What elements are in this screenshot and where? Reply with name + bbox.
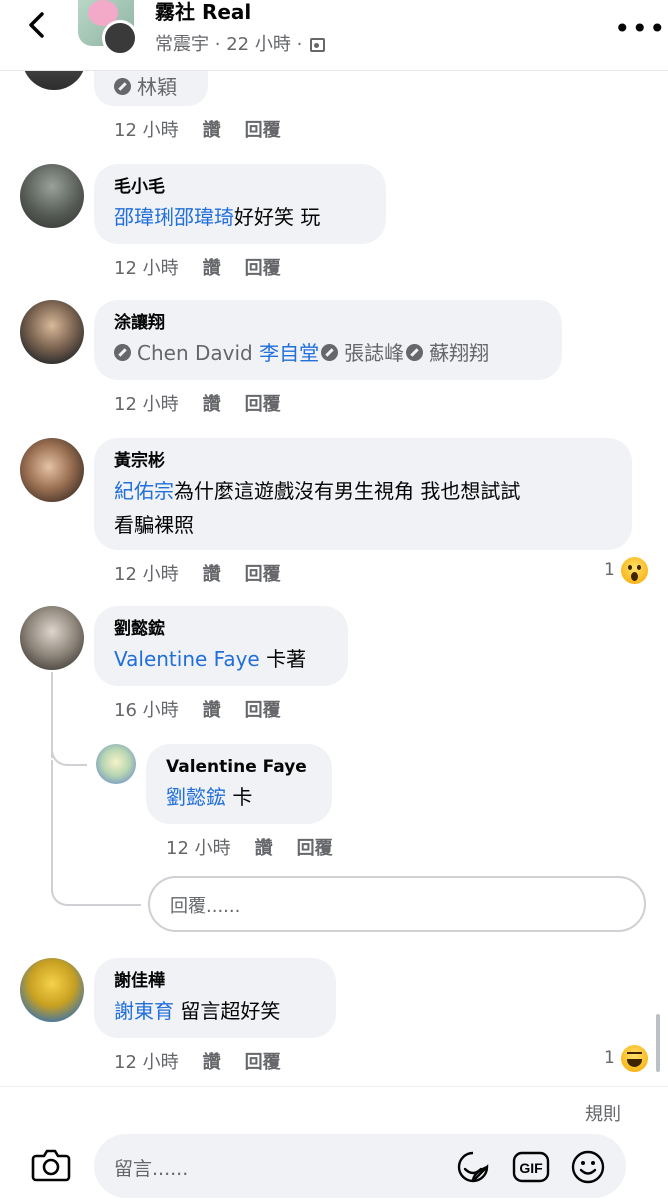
comment-tag[interactable]: 蘇翔翔 bbox=[429, 341, 489, 365]
comment-time[interactable]: 12 小時 bbox=[114, 258, 179, 279]
scrollbar[interactable] bbox=[656, 1014, 660, 1072]
comment-time[interactable]: 12 小時 bbox=[114, 1052, 179, 1073]
reply-bubble: Valentine Faye 劉懿鋐 卡 bbox=[146, 744, 332, 824]
gif-icon[interactable]: GIF bbox=[512, 1150, 550, 1184]
untagged-icon bbox=[114, 78, 131, 95]
comment-bubble: 毛小毛 邵瑋琍邵瑋琦好好笑 玩 bbox=[94, 164, 386, 244]
divider bbox=[0, 1086, 668, 1087]
thread-connector bbox=[51, 760, 141, 906]
reaction-count: 1 bbox=[604, 560, 615, 580]
comment-avatar[interactable] bbox=[20, 438, 84, 502]
reply-button[interactable]: 回覆 bbox=[245, 564, 281, 585]
comment-avatar[interactable] bbox=[20, 606, 84, 670]
comment-meta: 16 小時 讚 回覆 bbox=[114, 696, 305, 722]
comment-tag[interactable]: Valentine Faye bbox=[114, 647, 260, 671]
comment-tag[interactable]: 紀佑宗 bbox=[114, 479, 174, 503]
comment-bubble: 謝佳樺 謝東育 留言超好笑 bbox=[94, 958, 336, 1038]
untagged-icon bbox=[406, 344, 424, 361]
comment-meta: 12 小時 讚 回覆 bbox=[114, 560, 305, 586]
comment-bubble: 林穎 bbox=[94, 66, 208, 106]
commenter-name[interactable]: 毛小毛 bbox=[114, 176, 366, 198]
camera-icon[interactable] bbox=[30, 1144, 72, 1186]
reaction-summary[interactable]: 1 bbox=[604, 1044, 648, 1072]
commenter-name[interactable]: 劉懿鋐 bbox=[114, 618, 328, 640]
comment-tag[interactable]: 謝東育 bbox=[114, 999, 174, 1023]
group-title[interactable]: 霧社 Real bbox=[155, 0, 251, 25]
like-button[interactable]: 讚 bbox=[203, 700, 221, 721]
haha-reaction-icon bbox=[620, 1044, 648, 1072]
like-button[interactable]: 讚 bbox=[255, 838, 273, 859]
reply-button[interactable]: 回覆 bbox=[245, 394, 281, 415]
comment-tag[interactable]: 張誌峰 bbox=[344, 341, 404, 365]
comment-bubble: 黃宗彬 紀佑宗為什麼這遊戲沒有男生視角 我也想試試 看騙裸照 bbox=[94, 438, 632, 550]
comment-tag[interactable]: 邵瑋琍邵瑋琦 bbox=[114, 205, 234, 229]
comment-text: Valentine Faye 卡著 bbox=[114, 647, 307, 671]
comment-time[interactable]: 16 小時 bbox=[114, 700, 179, 721]
comment-avatar[interactable] bbox=[20, 164, 84, 228]
comment-tag[interactable]: 劉懿鋐 bbox=[166, 785, 226, 809]
comment-text: 劉懿鋐 卡 bbox=[166, 785, 253, 809]
comment-avatar[interactable] bbox=[20, 300, 84, 364]
reply-avatar[interactable] bbox=[96, 744, 136, 784]
post-header: 霧社 Real 常震宇 · 22 小時 · ••• bbox=[0, 0, 668, 71]
comment-input[interactable]: 留言...... GIF bbox=[94, 1134, 626, 1198]
reply-button[interactable]: 回覆 bbox=[245, 120, 281, 141]
comment-bubble: 涂讓翔 Chen David 李自堂 張誌峰 蘇翔翔 bbox=[94, 300, 562, 380]
comment-avatar[interactable] bbox=[20, 958, 84, 1022]
reply-button[interactable]: 回覆 bbox=[297, 838, 333, 859]
comment-tag[interactable]: Chen David bbox=[137, 341, 253, 365]
comment-tag[interactable]: 李自堂 bbox=[259, 341, 319, 365]
group-privacy-icon bbox=[310, 38, 326, 52]
comment-text: 謝東育 留言超好笑 bbox=[114, 999, 281, 1023]
like-button[interactable]: 讚 bbox=[203, 564, 221, 585]
untagged-icon bbox=[321, 344, 339, 361]
comment-meta: 12 小時 讚 回覆 bbox=[114, 116, 305, 142]
sticker-icon[interactable] bbox=[456, 1150, 490, 1184]
comment-text: Chen David 李自堂 張誌峰 蘇翔翔 bbox=[114, 336, 542, 370]
more-icon[interactable]: ••• bbox=[614, 12, 667, 45]
reply-button[interactable]: 回覆 bbox=[245, 1052, 281, 1073]
like-button[interactable]: 讚 bbox=[203, 258, 221, 279]
commenter-name[interactable]: 黃宗彬 bbox=[114, 450, 612, 472]
reply-button[interactable]: 回覆 bbox=[245, 700, 281, 721]
reaction-summary[interactable]: 1 bbox=[604, 556, 648, 584]
reply-input[interactable]: 回覆...... bbox=[148, 876, 646, 932]
like-button[interactable]: 讚 bbox=[203, 120, 221, 141]
comment-text: 邵瑋琍邵瑋琦好好笑 玩 bbox=[114, 205, 321, 229]
comment-tag[interactable]: 林穎 bbox=[137, 75, 177, 99]
comment-time[interactable]: 12 小時 bbox=[114, 564, 179, 585]
post-time[interactable]: 22 小時 bbox=[226, 34, 291, 55]
commenter-name[interactable]: 謝佳樺 bbox=[114, 970, 316, 992]
emoji-icon[interactable] bbox=[570, 1149, 606, 1185]
like-button[interactable]: 讚 bbox=[203, 1052, 221, 1073]
wow-reaction-icon bbox=[620, 556, 648, 584]
like-button[interactable]: 讚 bbox=[203, 394, 221, 415]
svg-text:GIF: GIF bbox=[519, 1160, 543, 1176]
comment-time[interactable]: 12 小時 bbox=[114, 120, 179, 141]
comment-meta: 12 小時 讚 回覆 bbox=[114, 254, 305, 280]
untagged-icon bbox=[114, 344, 131, 361]
reaction-count: 1 bbox=[604, 1048, 615, 1068]
commenter-name[interactable]: Valentine Faye bbox=[166, 756, 312, 778]
back-arrow-icon[interactable] bbox=[22, 10, 52, 40]
comment-meta: 12 小時 讚 回覆 bbox=[114, 1048, 305, 1074]
comment-text: 紀佑宗為什麼這遊戲沒有男生視角 我也想試試 看騙裸照 bbox=[114, 479, 521, 537]
post-subtitle: 常震宇 · 22 小時 · bbox=[155, 30, 326, 56]
author-avatar[interactable] bbox=[102, 20, 138, 56]
reply-meta: 12 小時 讚 回覆 bbox=[166, 834, 357, 860]
reply-button[interactable]: 回覆 bbox=[245, 258, 281, 279]
comment-bubble: 劉懿鋐 Valentine Faye 卡著 bbox=[94, 606, 348, 686]
comment-meta: 12 小時 讚 回覆 bbox=[114, 390, 305, 416]
commenter-name[interactable]: 涂讓翔 bbox=[114, 312, 542, 334]
comment-time[interactable]: 12 小時 bbox=[114, 394, 179, 415]
comment-time[interactable]: 12 小時 bbox=[166, 838, 231, 859]
author-name[interactable]: 常震宇 bbox=[155, 34, 209, 55]
rules-link[interactable]: 規則 bbox=[585, 1100, 621, 1126]
